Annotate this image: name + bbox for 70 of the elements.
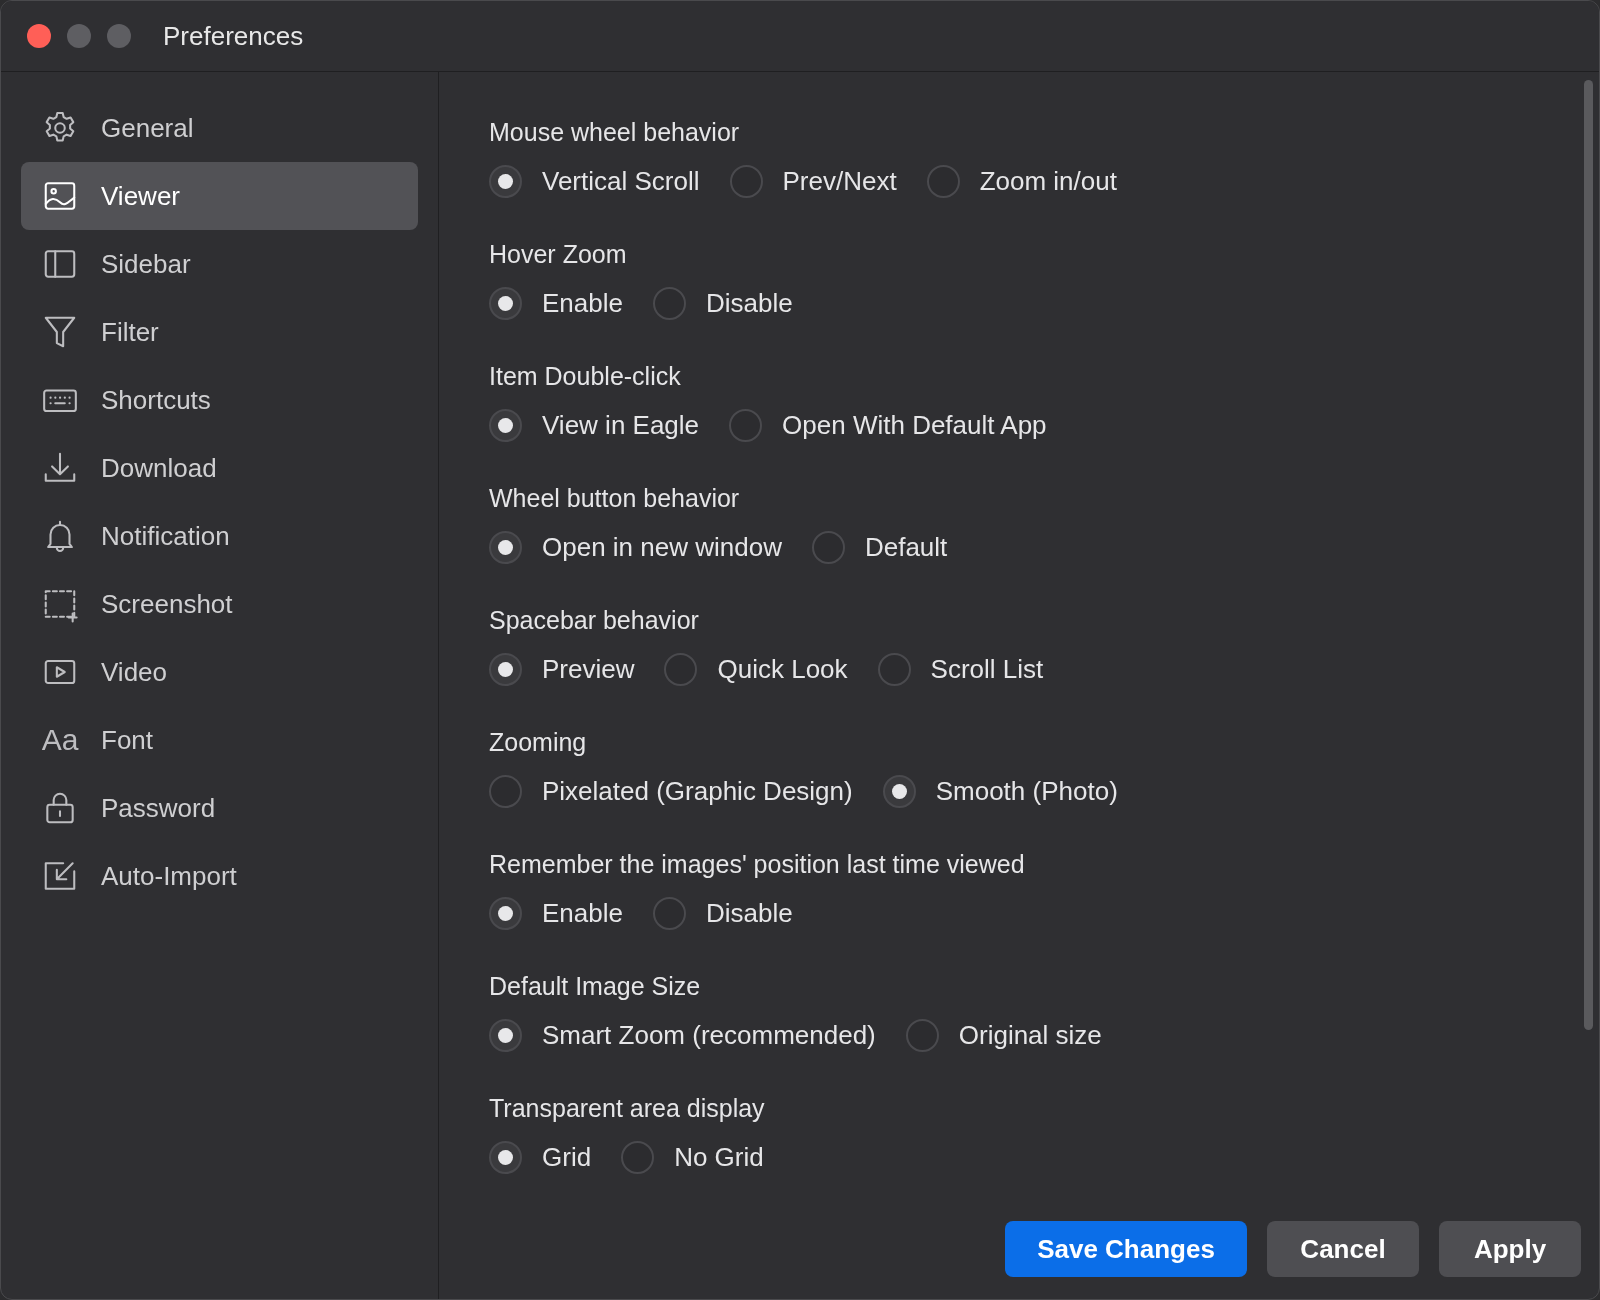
radio-button[interactable] xyxy=(489,287,522,320)
option-label[interactable]: Original size xyxy=(958,1020,1102,1051)
sidebar-item[interactable]: General xyxy=(21,94,418,162)
option-label[interactable]: Disable xyxy=(705,898,793,929)
sidebar-item[interactable]: Notification xyxy=(21,502,418,570)
option-label[interactable]: Scroll List xyxy=(930,654,1044,685)
option-label[interactable]: Smart Zoom (recommended) xyxy=(542,1020,876,1051)
radio-button[interactable] xyxy=(664,653,698,686)
radio-button[interactable] xyxy=(489,1019,522,1052)
radio-button[interactable] xyxy=(905,1019,939,1052)
option-label[interactable]: Open With Default App xyxy=(782,410,1047,441)
apply-button[interactable]: Apply xyxy=(1439,1221,1581,1277)
save-button[interactable]: Save Changes xyxy=(1005,1221,1247,1277)
option-label[interactable]: Enable xyxy=(542,898,623,929)
option-label[interactable]: Enable xyxy=(542,288,623,319)
setting-label: Hover Zoom xyxy=(489,240,627,269)
close-button[interactable] xyxy=(27,24,51,48)
radio-button[interactable] xyxy=(926,165,960,198)
sidebar-item[interactable]: Viewer xyxy=(21,162,418,230)
option-label[interactable]: Zoom in/out xyxy=(979,166,1117,197)
option-label[interactable]: Grid xyxy=(542,1142,592,1173)
setting-label: Wheel button behavior xyxy=(489,484,740,513)
option-label[interactable]: Preview xyxy=(542,654,635,685)
option-label[interactable]: Disable xyxy=(705,288,793,319)
sidebar-item[interactable]: Sidebar xyxy=(21,230,418,298)
option-label[interactable]: Prev/Next xyxy=(782,166,897,197)
option-label[interactable]: Quick Look xyxy=(717,654,848,685)
setting-label: Transparent area display xyxy=(489,1094,765,1123)
window-title: Preferences xyxy=(163,20,304,52)
radio-button[interactable] xyxy=(489,409,522,442)
radio-button[interactable] xyxy=(729,165,763,198)
radio-button[interactable] xyxy=(652,897,686,930)
radio-button[interactable] xyxy=(489,165,522,198)
sidebar-item[interactable]: Filter xyxy=(21,298,418,366)
radio-button[interactable] xyxy=(489,1141,522,1174)
setting-label: Spacebar behavior xyxy=(489,606,699,635)
option-label[interactable]: Vertical Scroll xyxy=(542,166,700,197)
radio-button[interactable] xyxy=(489,897,522,930)
option-label[interactable]: Pixelated (Graphic Design) xyxy=(542,776,853,807)
option-label[interactable]: View in Eagle xyxy=(542,410,700,441)
minimize-button[interactable] xyxy=(67,24,91,48)
scrollbar[interactable] xyxy=(1584,80,1593,1030)
radio-button[interactable] xyxy=(877,653,911,686)
radio-button[interactable] xyxy=(729,409,763,442)
zoom-button[interactable] xyxy=(107,24,131,48)
option-label[interactable]: Default xyxy=(864,532,948,563)
sidebar-item[interactable]: Screenshot xyxy=(21,570,418,638)
sidebar-item[interactable]: Password xyxy=(21,774,418,842)
sidebar-item[interactable]: Download xyxy=(21,434,418,502)
radio-button[interactable] xyxy=(811,531,845,564)
option-label[interactable]: Open in new window xyxy=(542,532,782,563)
radio-button[interactable] xyxy=(489,653,522,686)
setting-label: Default Image Size xyxy=(489,972,701,1001)
setting-label: Mouse wheel behavior xyxy=(489,118,740,147)
option-label[interactable]: No Grid xyxy=(674,1142,764,1173)
setting-label: Remember the images' position last time viewed xyxy=(489,850,1025,879)
sidebar-item[interactable]: Video xyxy=(21,638,418,706)
radio-button[interactable] xyxy=(489,531,522,564)
radio-button[interactable] xyxy=(489,775,522,808)
setting-label: Item Double-click xyxy=(489,362,681,391)
sidebar-item[interactable]: Shortcuts xyxy=(21,366,418,434)
font-icon: Aa xyxy=(41,721,79,759)
radio-button[interactable] xyxy=(882,775,916,808)
option-label[interactable]: Smooth (Photo) xyxy=(935,776,1118,807)
cancel-button[interactable]: Cancel xyxy=(1267,1221,1419,1277)
radio-button[interactable] xyxy=(652,287,686,320)
sidebar-item[interactable]: Aa Font xyxy=(21,706,418,774)
sidebar-item[interactable]: Auto-Import xyxy=(21,842,418,910)
setting-label: Zooming xyxy=(489,728,587,757)
radio-button[interactable] xyxy=(621,1141,655,1174)
